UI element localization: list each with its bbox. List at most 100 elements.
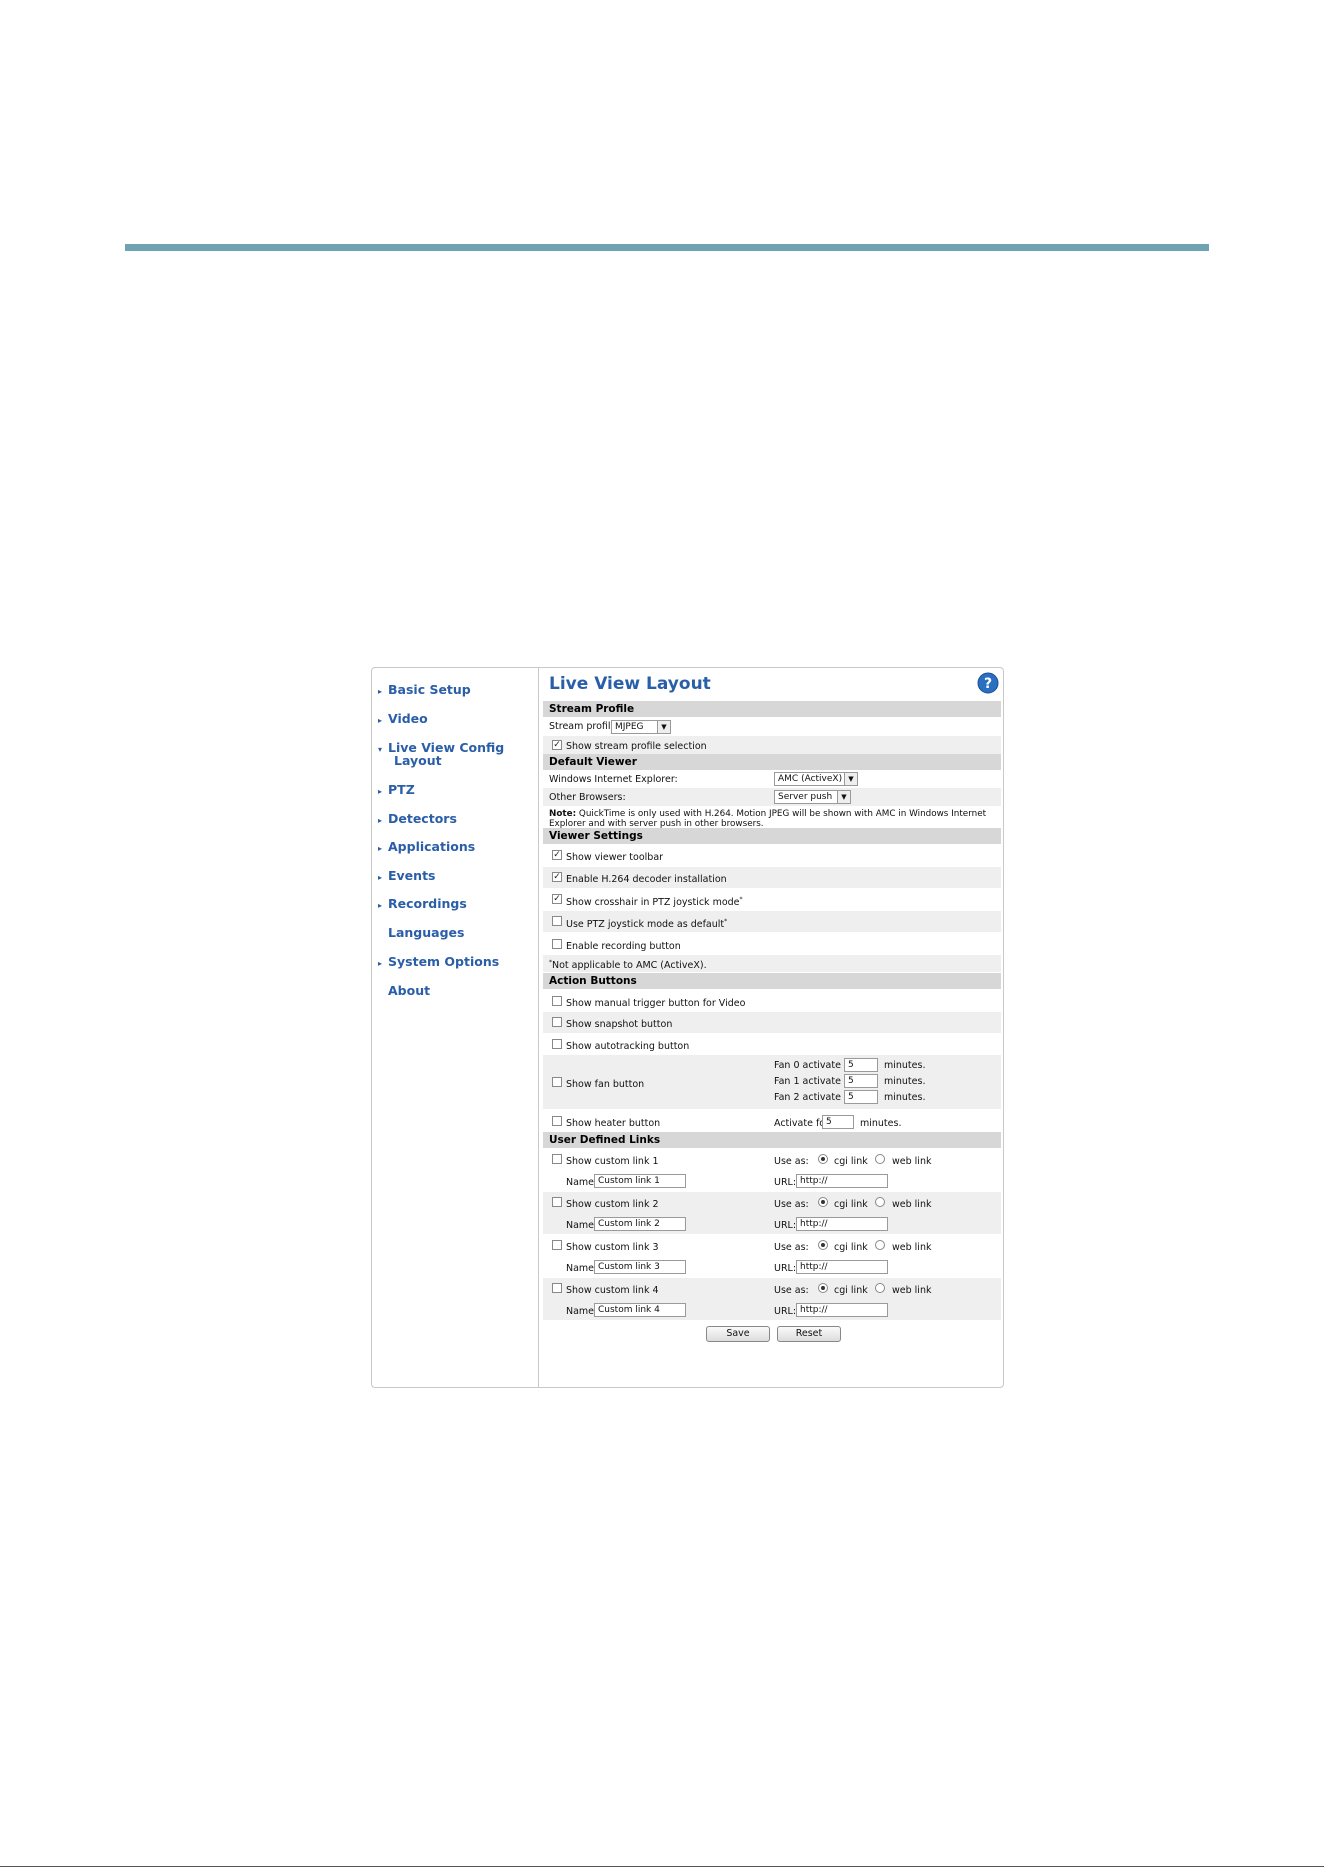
nav-events[interactable]: ▸ Events xyxy=(378,869,435,885)
viewer-footnote-row: *Not applicable to AMC (ActiveX). xyxy=(543,955,1001,972)
custom-link-3-name-input[interactable]: Custom link 3 xyxy=(594,1260,686,1274)
ie-viewer-select[interactable]: AMC (ActiveX) ▼ xyxy=(774,772,858,786)
section-stream-profile: Stream Profile xyxy=(543,701,1001,717)
reset-button[interactable]: Reset xyxy=(777,1326,841,1342)
show-toolbar-checkbox[interactable]: ✓ xyxy=(552,850,562,860)
nav-ptz[interactable]: ▸ PTZ xyxy=(378,783,415,799)
custom-link-4-label: Show custom link 4 xyxy=(566,1285,659,1296)
web-link-radio[interactable] xyxy=(875,1154,885,1164)
help-icon[interactable]: ? xyxy=(977,672,999,694)
viewer-setting-row: ✓ Enable H.264 decoder installation xyxy=(543,867,1001,888)
custom-link-1-label: Show custom link 1 xyxy=(566,1156,659,1167)
fan-checkbox[interactable] xyxy=(552,1077,562,1087)
cgi-link-radio[interactable] xyxy=(818,1283,828,1293)
nav-languages[interactable]: Languages xyxy=(378,926,464,940)
footnote-text: Not applicable to AMC (ActiveX). xyxy=(552,960,707,972)
custom-link-3-checkbox[interactable] xyxy=(552,1240,562,1250)
url-label: URL: xyxy=(774,1177,797,1188)
nav-about[interactable]: About xyxy=(378,984,430,998)
stream-profile-label: Stream profile: xyxy=(549,721,620,732)
chevron-down-icon: ▼ xyxy=(657,721,670,733)
custom-link-1-url-input[interactable]: http:// xyxy=(796,1174,888,1188)
nav-label: About xyxy=(388,983,431,998)
select-value: Server push xyxy=(778,792,833,802)
nav-video[interactable]: ▸ Video xyxy=(378,712,428,728)
chevron-down-icon: ▼ xyxy=(837,791,850,803)
snapshot-checkbox[interactable] xyxy=(552,1017,562,1027)
chevron-right-icon: ▸ xyxy=(378,687,383,696)
custom-link-2-checkbox[interactable] xyxy=(552,1197,562,1207)
settings-panel: ▸ Basic Setup ▸ Video ▾ Live View Config La… xyxy=(371,667,1004,1388)
nav-recordings[interactable]: ▸ Recordings xyxy=(378,897,467,913)
cgi-link-label: cgi link xyxy=(834,1156,868,1167)
autotracking-checkbox[interactable] xyxy=(552,1039,562,1049)
nav-label: Applications xyxy=(388,839,476,854)
name-label: Name: xyxy=(566,1263,598,1274)
fan-1-input[interactable]: 5 xyxy=(844,1074,878,1088)
nav-layout[interactable]: Layout xyxy=(394,754,442,768)
svg-text:?: ? xyxy=(984,676,992,692)
chevron-right-icon: ▸ xyxy=(378,787,383,796)
other-viewer-row: Other Browsers: Server push ▼ xyxy=(543,788,1001,806)
custom-link-4-checkbox[interactable] xyxy=(552,1283,562,1293)
recording-button-label: Enable recording button xyxy=(566,941,681,952)
cgi-link-radio[interactable] xyxy=(818,1197,828,1207)
chevron-down-icon: ▼ xyxy=(844,773,857,785)
web-link-radio[interactable] xyxy=(875,1283,885,1293)
custom-link-4-url-input[interactable]: http:// xyxy=(796,1303,888,1317)
custom-link-2-url-input[interactable]: http:// xyxy=(796,1217,888,1231)
web-link-label: web link xyxy=(892,1156,932,1167)
nav-label: Basic Setup xyxy=(388,682,471,697)
joystick-default-text: Use PTZ joystick mode as default xyxy=(566,919,725,931)
nav-label: System Options xyxy=(388,954,500,969)
viewer-setting-row: Use PTZ joystick mode as default* xyxy=(543,911,1001,932)
nav-system-options[interactable]: ▸ System Options xyxy=(378,955,499,971)
custom-link-3-label: Show custom link 3 xyxy=(566,1242,659,1253)
other-viewer-select[interactable]: Server push ▼ xyxy=(774,790,851,804)
nav-detectors[interactable]: ▸ Detectors xyxy=(378,812,457,828)
action-row: Show autotracking button xyxy=(543,1034,1001,1055)
custom-link-row: Show custom link 4 Use as: cgi link web … xyxy=(543,1278,1001,1320)
fan-0-unit: minutes. xyxy=(884,1060,926,1071)
snapshot-label: Show snapshot button xyxy=(566,1019,673,1030)
nav-applications[interactable]: ▸ Applications xyxy=(378,840,475,856)
nav-basic-setup[interactable]: ▸ Basic Setup xyxy=(378,683,471,699)
web-link-radio[interactable] xyxy=(875,1197,885,1207)
web-link-label: web link xyxy=(892,1199,932,1210)
crosshair-label: Show crosshair in PTZ joystick mode* xyxy=(566,896,743,908)
nav-label: Languages xyxy=(388,925,465,940)
viewer-setting-row: ✓ Show crosshair in PTZ joystick mode* xyxy=(543,889,1001,910)
web-link-radio[interactable] xyxy=(875,1240,885,1250)
custom-link-2-name-input[interactable]: Custom link 2 xyxy=(594,1217,686,1231)
custom-link-3-url-input[interactable]: http:// xyxy=(796,1260,888,1274)
cgi-link-radio[interactable] xyxy=(818,1240,828,1250)
custom-link-4-name-input[interactable]: Custom link 4 xyxy=(594,1303,686,1317)
viewer-setting-row: ✓ Show viewer toolbar xyxy=(543,845,1001,866)
autotracking-label: Show autotracking button xyxy=(566,1041,690,1052)
chevron-down-icon: ▾ xyxy=(378,745,383,754)
action-row: Show snapshot button xyxy=(543,1012,1001,1033)
show-profile-selection-checkbox[interactable]: ✓ xyxy=(552,740,562,750)
footnote-mark: * xyxy=(724,918,728,925)
action-row: Show manual trigger button for Video xyxy=(543,990,1001,1011)
crosshair-checkbox[interactable]: ✓ xyxy=(552,894,562,904)
viewer-setting-row: Enable recording button xyxy=(543,933,1001,954)
heater-checkbox[interactable] xyxy=(552,1116,562,1126)
recording-button-checkbox[interactable] xyxy=(552,939,562,949)
heater-input[interactable]: 5 xyxy=(822,1115,854,1129)
manual-trigger-checkbox[interactable] xyxy=(552,996,562,1006)
save-button[interactable]: Save xyxy=(706,1326,770,1342)
use-as-label: Use as: xyxy=(774,1242,809,1253)
stream-profile-select[interactable]: MJPEG ▼ xyxy=(611,720,671,734)
fan-0-input[interactable]: 5 xyxy=(844,1058,878,1072)
main-content: Live View Layout ? Stream Profile Stream… xyxy=(543,668,1001,1387)
custom-link-2-label: Show custom link 2 xyxy=(566,1199,659,1210)
fan-2-input[interactable]: 5 xyxy=(844,1090,878,1104)
cgi-link-radio[interactable] xyxy=(818,1154,828,1164)
joystick-default-checkbox[interactable] xyxy=(552,916,562,926)
custom-link-1-checkbox[interactable] xyxy=(552,1154,562,1164)
custom-link-1-name-input[interactable]: Custom link 1 xyxy=(594,1174,686,1188)
h264-decoder-checkbox[interactable]: ✓ xyxy=(552,872,562,882)
fan-row: Show fan button Fan 0 activate for 5 min… xyxy=(543,1055,1001,1109)
custom-link-row: Show custom link 3 Use as: cgi link web … xyxy=(543,1235,1001,1277)
